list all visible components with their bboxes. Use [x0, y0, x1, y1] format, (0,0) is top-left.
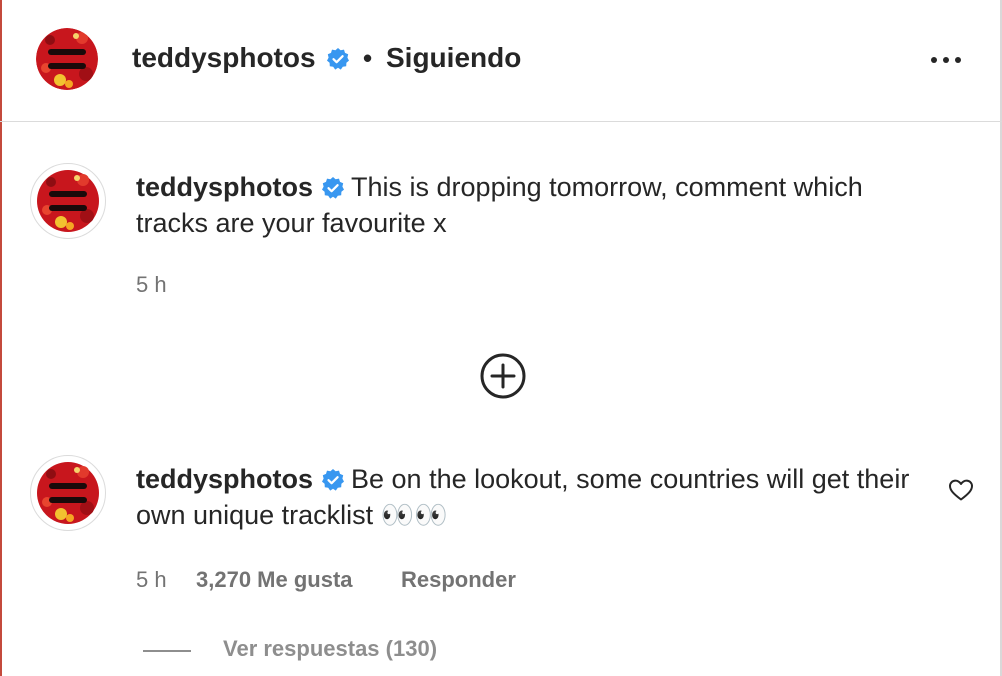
caption-avatar[interactable] [30, 163, 106, 239]
comment-username[interactable]: teddysphotos [136, 464, 313, 494]
caption-text-block: teddysphotos This is dropping tomorrow, c… [136, 169, 936, 241]
verified-badge-icon [326, 47, 350, 71]
comment-time: 5 h [136, 567, 167, 592]
plus-circle-icon[interactable] [479, 352, 527, 400]
header-avatar[interactable] [36, 28, 98, 90]
following-button[interactable]: Siguiendo [386, 40, 521, 76]
replies-divider-line [143, 650, 191, 652]
header-separator: • [363, 43, 373, 73]
comment-text-block: teddysphotos Be on the lookout, some coun… [136, 461, 926, 533]
more-horizontal-icon[interactable] [926, 48, 966, 72]
likes-count[interactable]: 3,270 Me gusta [196, 566, 353, 594]
reply-button[interactable]: Responder [401, 566, 516, 594]
caption-username[interactable]: teddysphotos [136, 172, 313, 202]
view-replies-button[interactable]: Ver respuestas (130) [223, 634, 437, 664]
heart-icon[interactable] [948, 478, 974, 502]
caption-time: 5 h [136, 272, 167, 297]
post-header: teddysphotos • Siguiendo [0, 0, 1002, 122]
verified-badge-icon [320, 467, 346, 492]
header-username[interactable]: teddysphotos [132, 40, 316, 76]
comment-avatar[interactable] [30, 455, 106, 531]
verified-badge-icon [320, 175, 346, 200]
